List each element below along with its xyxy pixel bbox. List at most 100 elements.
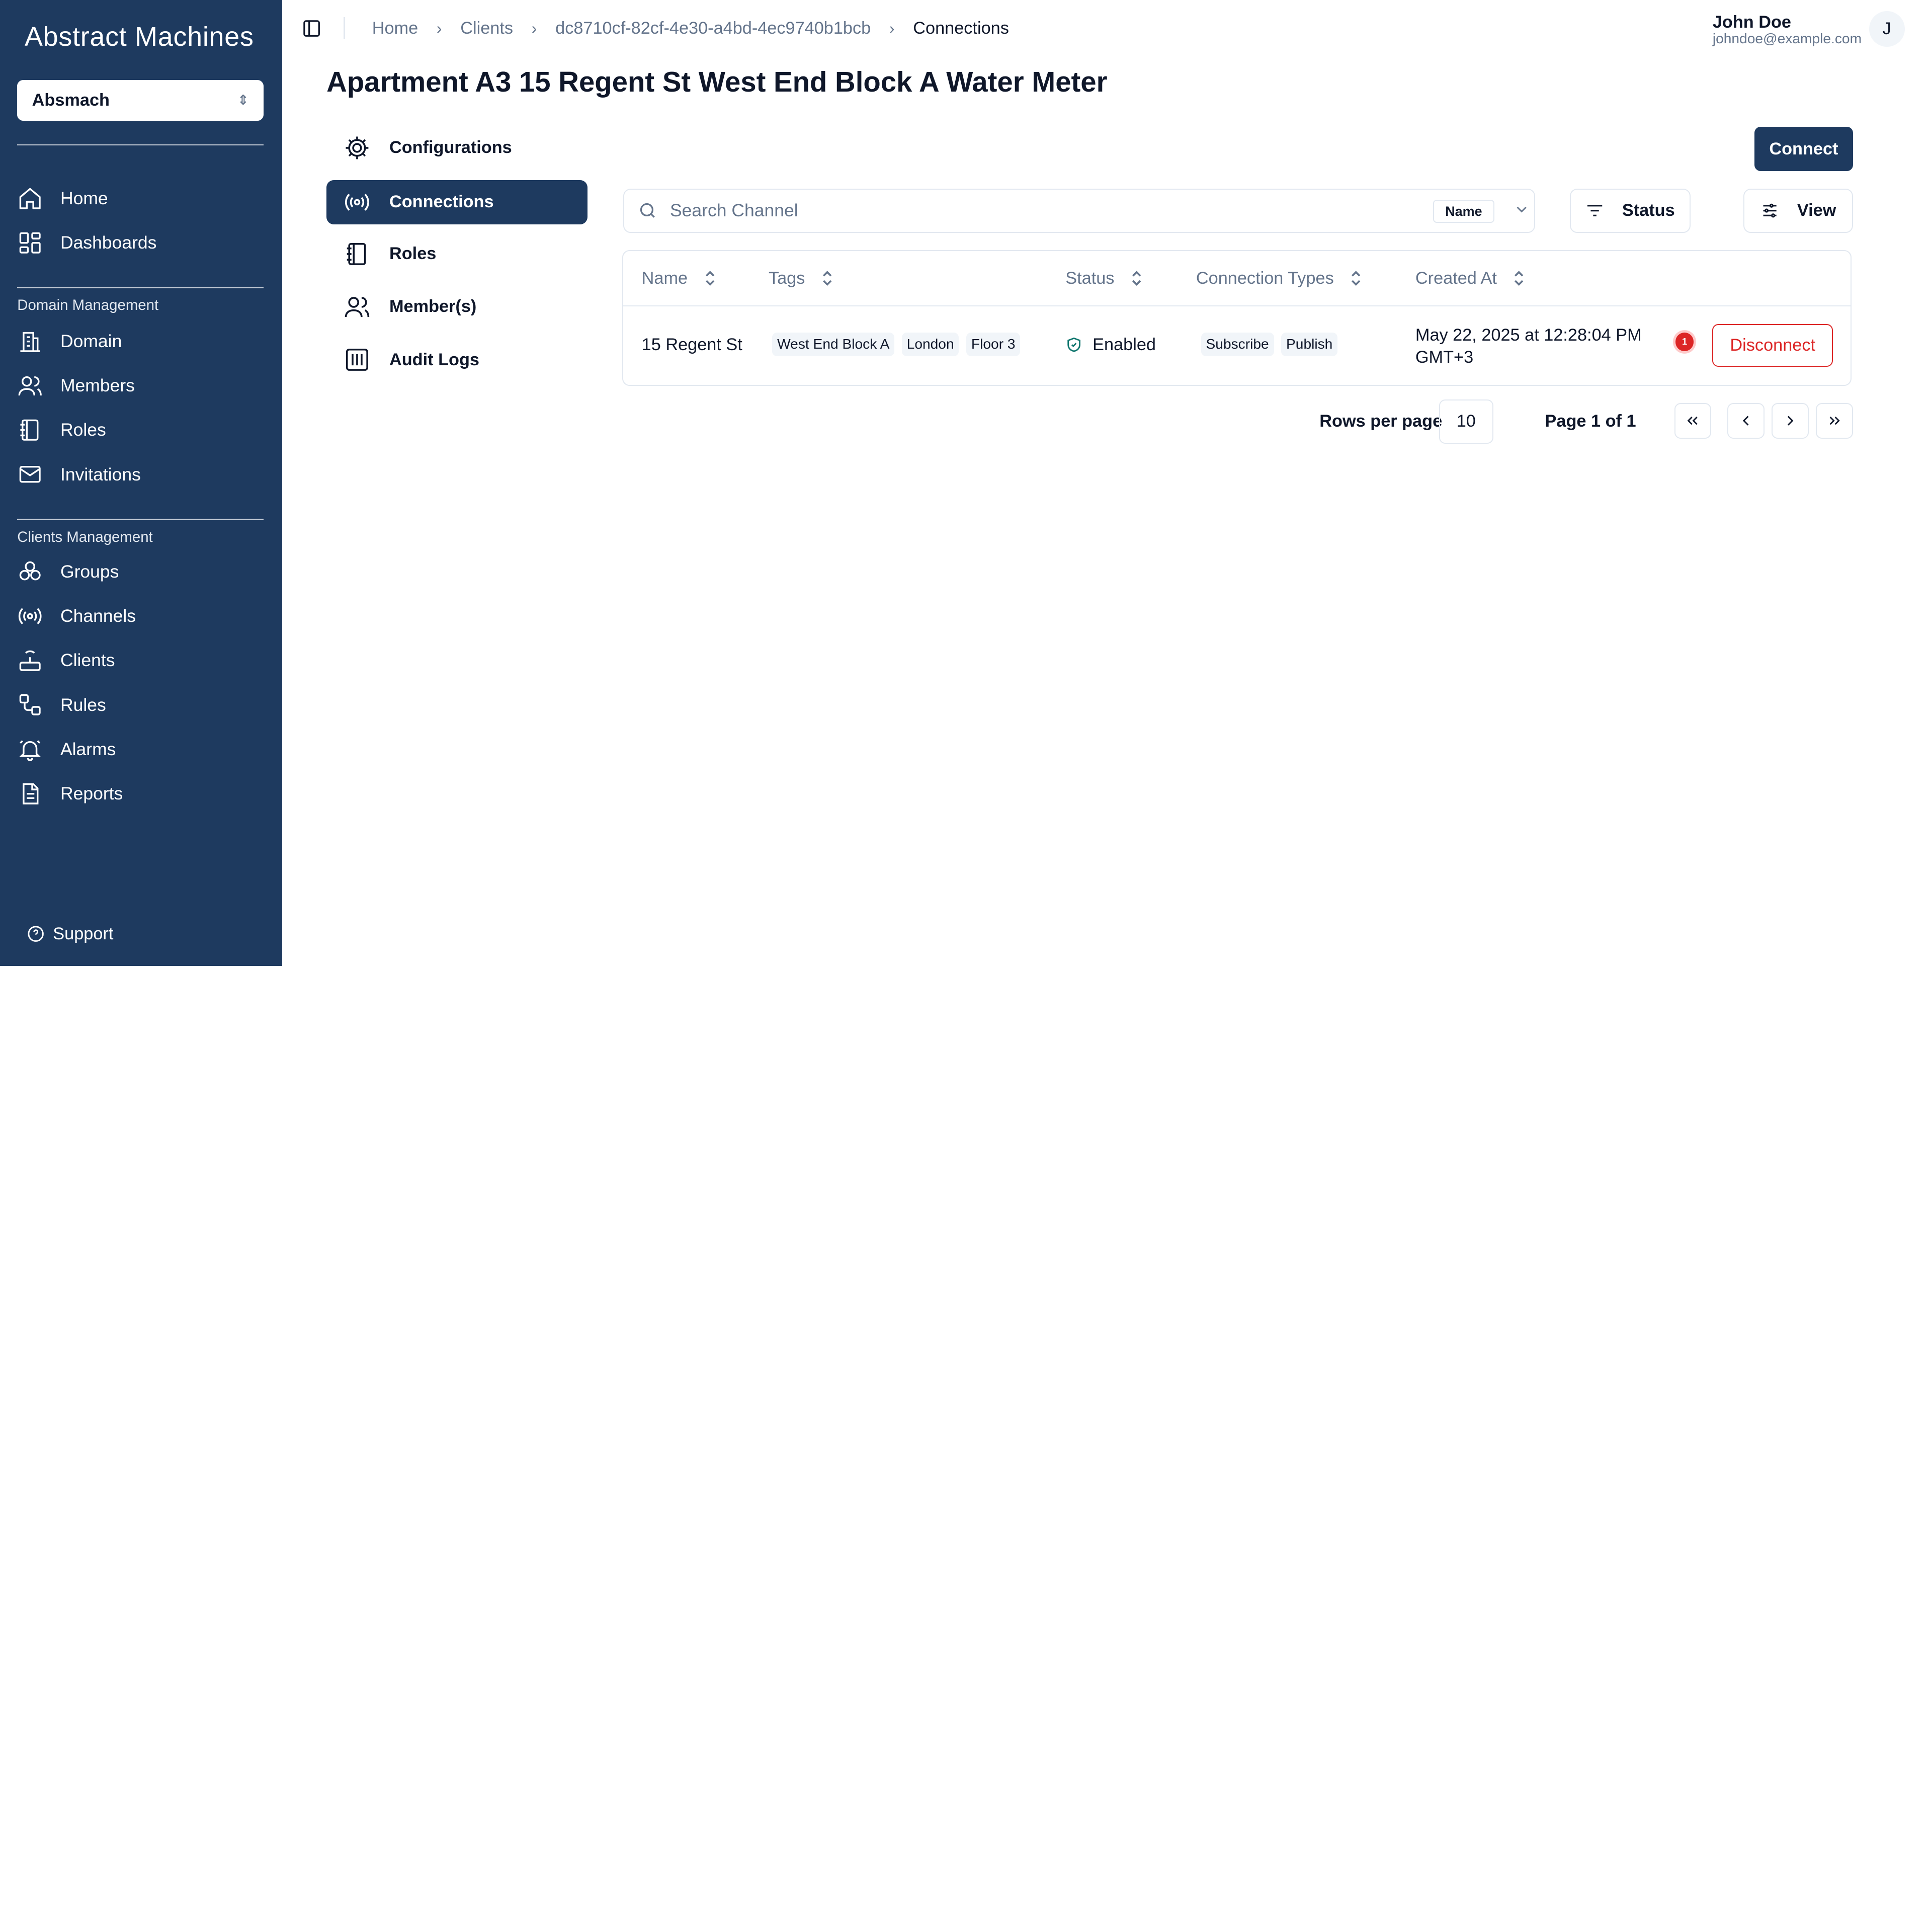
tab-configurations[interactable]: Configurations bbox=[326, 126, 587, 170]
sidebar-item-dashboards[interactable]: Dashboards bbox=[17, 225, 264, 260]
dashboard-icon bbox=[19, 232, 41, 254]
tag-chip: Floor 3 bbox=[966, 332, 1021, 356]
breadcrumb-home[interactable]: Home bbox=[372, 19, 418, 38]
sort-icon bbox=[1132, 271, 1141, 286]
connection-type-chip: Subscribe bbox=[1201, 332, 1274, 356]
groups-icon bbox=[19, 561, 41, 581]
column-header-label: Connection Types bbox=[1196, 268, 1334, 288]
building-icon bbox=[20, 332, 40, 352]
chevron-right-icon: › bbox=[531, 19, 537, 37]
tab-roles[interactable]: Roles bbox=[326, 231, 587, 276]
previous-page-button[interactable] bbox=[1727, 403, 1765, 439]
header-separator bbox=[344, 17, 345, 40]
chevrons-left-icon bbox=[1687, 417, 1698, 425]
column-header-label: Name bbox=[641, 268, 688, 288]
sidebar-section-domain: Domain Management bbox=[17, 297, 159, 314]
tab-connections[interactable]: Connections bbox=[326, 180, 588, 224]
sidebar-item-invitations[interactable]: Invitations bbox=[17, 457, 264, 492]
sidebar-item-label: Members bbox=[60, 375, 135, 396]
search-field-select[interactable]: Name bbox=[1433, 199, 1495, 223]
sidebar-item-clients[interactable]: Clients bbox=[17, 643, 264, 678]
sidebar-toggle-icon[interactable] bbox=[302, 19, 321, 38]
chevron-left-icon bbox=[1742, 416, 1749, 426]
workflow-icon bbox=[19, 694, 41, 716]
column-header-connection-types[interactable]: Connection Types bbox=[1196, 269, 1364, 288]
chevron-down-icon[interactable] bbox=[1513, 201, 1530, 218]
sidebar-item-rules[interactable]: Rules bbox=[17, 688, 264, 722]
cell-created-at: May 22, 2025 at 12:28:04 PM GMT+3 bbox=[1415, 324, 1642, 368]
sidebar-item-home[interactable]: Home bbox=[17, 181, 264, 216]
search-icon bbox=[640, 203, 655, 218]
users-icon bbox=[345, 297, 370, 317]
connect-button[interactable]: Connect bbox=[1754, 127, 1853, 172]
tab-label: Configurations bbox=[389, 138, 512, 157]
notification-badge: 1 bbox=[1675, 332, 1694, 351]
sidebar-divider bbox=[17, 519, 264, 520]
rows-per-page-select[interactable]: 10 bbox=[1439, 399, 1493, 444]
breadcrumb-current: Connections bbox=[913, 18, 1009, 38]
table-divider bbox=[623, 305, 1851, 307]
breadcrumb-clients[interactable]: Clients bbox=[460, 19, 513, 38]
status-filter-label: Status bbox=[1622, 201, 1675, 220]
sort-icon bbox=[705, 271, 714, 286]
sidebar-item-roles[interactable]: Roles bbox=[17, 413, 264, 448]
next-page-button[interactable] bbox=[1772, 403, 1809, 439]
created-at-date: May 22, 2025 at 12:28:04 PM bbox=[1415, 325, 1642, 345]
chevron-right-icon: › bbox=[436, 19, 442, 37]
tag-chip: London bbox=[901, 332, 959, 356]
last-page-button[interactable] bbox=[1816, 403, 1853, 439]
column-header-name[interactable]: Name bbox=[642, 269, 717, 288]
search-input[interactable] bbox=[670, 200, 1409, 221]
cell-tags: West End Block A London Floor 3 bbox=[772, 332, 1028, 356]
sidebar-item-label: Dashboards bbox=[60, 232, 157, 253]
chevrons-right-icon bbox=[1829, 417, 1840, 425]
sidebar: Abstract Machines Absmach ⇕ Home Dashboa… bbox=[0, 0, 282, 967]
sidebar-item-label: Roles bbox=[60, 420, 106, 440]
sidebar-item-label: Alarms bbox=[60, 739, 116, 759]
sidebar-item-label: Invitations bbox=[60, 464, 141, 485]
home-icon bbox=[19, 188, 41, 209]
user-info[interactable]: John Doe johndoe@example.com bbox=[1713, 14, 1862, 47]
chevron-right-icon bbox=[1787, 416, 1794, 426]
tab-audit-logs[interactable]: Audit Logs bbox=[326, 338, 587, 382]
organization-select[interactable]: Absmach ⇕ bbox=[17, 80, 264, 121]
connection-type-chip: Publish bbox=[1281, 332, 1338, 356]
support-link[interactable]: Support bbox=[27, 924, 113, 944]
sidebar-item-label: Channels bbox=[60, 606, 136, 626]
column-header-status[interactable]: Status bbox=[1065, 269, 1144, 288]
column-header-label: Tags bbox=[768, 268, 805, 288]
disconnect-button[interactable]: Disconnect bbox=[1712, 324, 1833, 367]
filter-icon bbox=[1587, 205, 1603, 217]
user-name: John Doe bbox=[1712, 12, 1791, 32]
brand-logo[interactable]: Abstract Machines bbox=[25, 21, 254, 52]
help-icon bbox=[28, 926, 44, 942]
tag-chip: West End Block A bbox=[772, 332, 895, 356]
sidebar-item-channels[interactable]: Channels bbox=[17, 599, 264, 633]
first-page-button[interactable] bbox=[1674, 403, 1712, 439]
cell-connection-types: Subscribe Publish bbox=[1201, 332, 1345, 356]
sidebar-item-reports[interactable]: Reports bbox=[17, 776, 264, 811]
column-header-tags[interactable]: Tags bbox=[769, 269, 834, 288]
sidebar-item-alarms[interactable]: Alarms bbox=[17, 732, 264, 767]
tab-label: Roles bbox=[389, 244, 437, 264]
breadcrumb-client-id[interactable]: dc8710cf-82cf-4e30-a4bd-4ec9740b1bcb bbox=[555, 19, 871, 38]
sidebar-divider bbox=[17, 287, 264, 289]
sidebar-item-groups[interactable]: Groups bbox=[17, 554, 264, 589]
view-label: View bbox=[1797, 201, 1836, 220]
breadcrumb: Home › Clients › dc8710cf-82cf-4e30-a4bd… bbox=[372, 19, 1009, 38]
sidebar-item-domain[interactable]: Domain bbox=[17, 324, 264, 359]
sort-icon bbox=[822, 271, 832, 286]
chevron-up-down-icon: ⇕ bbox=[237, 93, 249, 108]
connections-table: Name Tags Status Connection Types Create… bbox=[622, 250, 1852, 386]
tab-label: Member(s) bbox=[389, 297, 477, 316]
status-text: Enabled bbox=[1093, 335, 1156, 354]
column-header-label: Status bbox=[1065, 268, 1115, 288]
user-email: johndoe@example.com bbox=[1712, 31, 1862, 47]
shield-check-icon bbox=[1067, 337, 1081, 352]
avatar[interactable]: J bbox=[1869, 11, 1905, 47]
column-header-created-at[interactable]: Created At bbox=[1415, 269, 1527, 288]
tab-members[interactable]: Member(s) bbox=[326, 285, 587, 329]
status-filter-button[interactable]: Status bbox=[1569, 188, 1691, 233]
sidebar-item-members[interactable]: Members bbox=[17, 368, 264, 403]
view-button[interactable]: View bbox=[1743, 188, 1853, 233]
